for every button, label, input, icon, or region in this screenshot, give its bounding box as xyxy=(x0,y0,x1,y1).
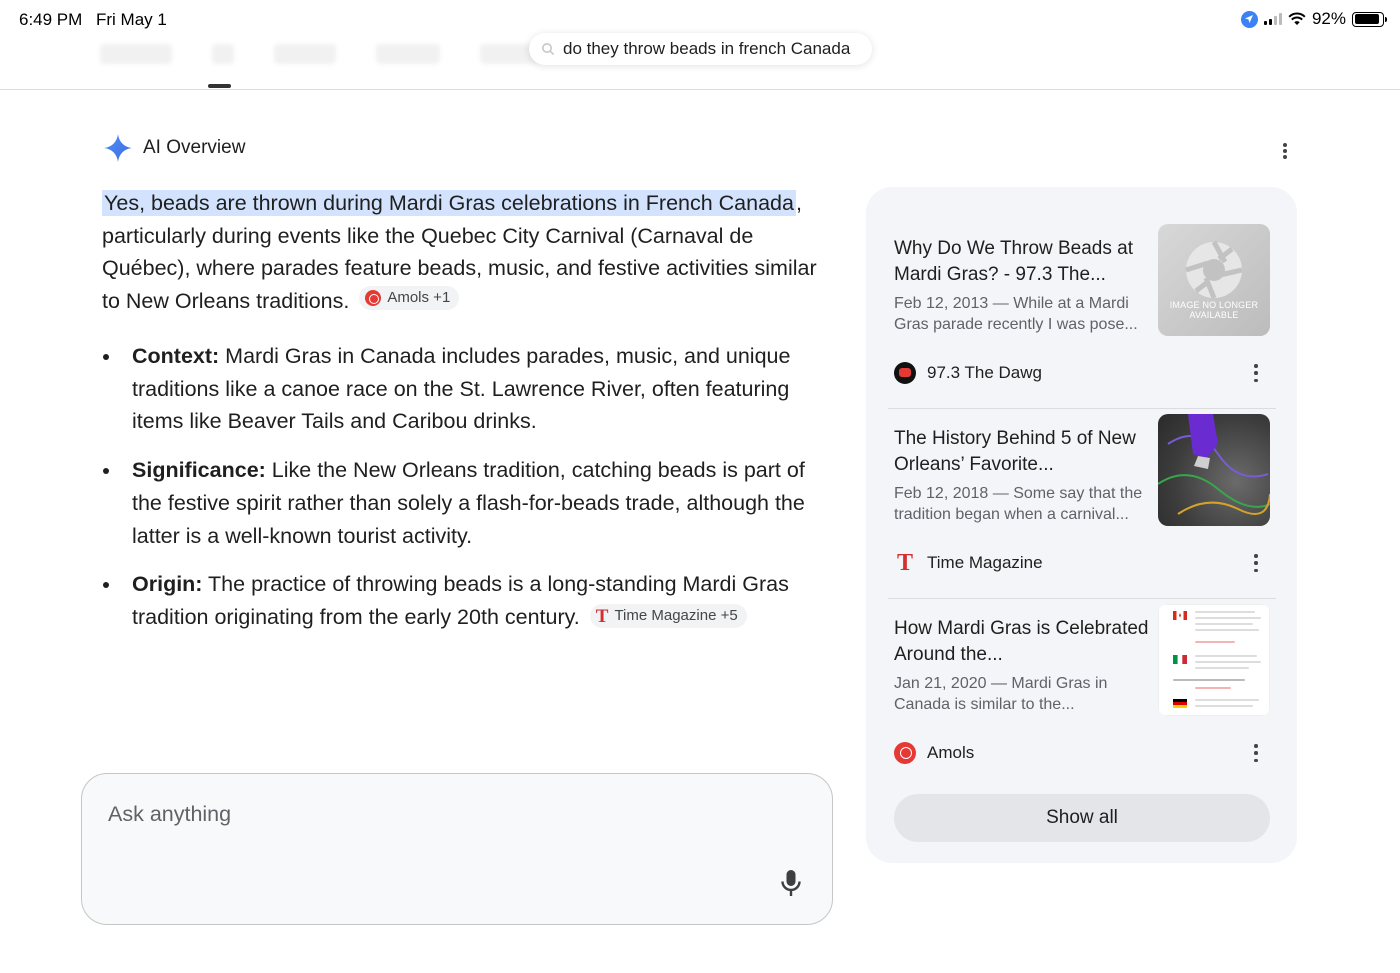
ask-box xyxy=(81,773,833,925)
bullet-term: Significance: xyxy=(132,458,266,483)
more-options-icon[interactable] xyxy=(1251,744,1261,762)
time-logo-icon: T xyxy=(896,550,913,576)
answer-highlight: Yes, beads are thrown during Mardi Gras … xyxy=(102,190,796,216)
canada-flag-icon xyxy=(1173,611,1187,620)
source-divider xyxy=(888,598,1276,599)
source-footer: Amols xyxy=(894,742,974,764)
citation-chip[interactable]: Amols +1 xyxy=(359,286,460,311)
ai-overview-title: AI Overview xyxy=(143,137,246,158)
ai-bullet-list: Context: Mardi Gras in Canada includes p… xyxy=(102,340,822,650)
time-logo-icon: T xyxy=(595,605,609,627)
amols-logo-icon xyxy=(894,742,916,764)
tab-ghost[interactable] xyxy=(212,44,234,64)
more-options-icon[interactable] xyxy=(1276,140,1294,162)
source-thumbnail[interactable] xyxy=(1158,604,1270,716)
show-all-button[interactable]: Show all xyxy=(894,794,1270,842)
tab-ghost[interactable] xyxy=(376,44,440,64)
bullet-term: Context: xyxy=(132,344,220,368)
thumbnail-caption: IMAGE NO LONGER AVAILABLE xyxy=(1169,300,1259,320)
sources-panel: Why Do We Throw Beads at Mardi Gras? - 9… xyxy=(866,187,1297,863)
ai-answer: Yes, beads are thrown during Mardi Gras … xyxy=(102,187,822,318)
source-snippet: Jan 21, 2020 — Mardi Gras in Canada is s… xyxy=(894,675,1108,713)
citation-chip-label: Time Magazine +5 xyxy=(614,607,738,625)
ask-input[interactable] xyxy=(108,802,708,827)
source-snippet: Feb 12, 2013 — While at a Mardi Gras par… xyxy=(894,295,1138,333)
citation-chip[interactable]: T Time Magazine +5 xyxy=(589,604,747,629)
header-divider xyxy=(0,89,1400,90)
source-name: 97.3 The Dawg xyxy=(927,363,1042,382)
search-icon xyxy=(542,43,555,56)
list-item: Origin: The practice of throwing beads i… xyxy=(102,568,822,633)
dawg-logo-icon xyxy=(894,362,916,384)
wifi-icon xyxy=(1288,12,1306,25)
parade-photo xyxy=(1158,414,1270,515)
mic-icon[interactable] xyxy=(779,868,803,898)
search-query-pill[interactable]: do they throw beads in french Canada xyxy=(529,33,872,65)
source-footer: 97.3 The Dawg xyxy=(894,362,1042,384)
status-time: 6:49 PM xyxy=(19,10,83,29)
source-snippet: Feb 12, 2018 — Some say that the traditi… xyxy=(894,485,1143,523)
source-title[interactable]: Why Do We Throw Beads at Mardi Gras? - 9… xyxy=(894,236,1149,288)
source-thumbnail[interactable]: IMAGE NO LONGER AVAILABLE xyxy=(1158,224,1270,336)
source-thumbnail[interactable] xyxy=(1158,414,1270,526)
camera-aperture-icon xyxy=(1185,240,1243,299)
source-footer: T Time Magazine xyxy=(894,550,1043,576)
search-query-text: do they throw beads in french Canada xyxy=(563,39,851,58)
location-icon xyxy=(1240,10,1258,28)
list-item: Context: Mardi Gras in Canada includes p… xyxy=(102,340,822,438)
bullet-text: Mardi Gras in Canada includes parades, m… xyxy=(132,344,791,434)
amols-logo-icon xyxy=(365,290,382,307)
source-divider xyxy=(888,408,1276,409)
tab-ghost[interactable] xyxy=(100,44,172,64)
status-indicators: 92% xyxy=(1240,9,1387,29)
source-name: Time Magazine xyxy=(927,553,1043,572)
citation-chip-label: Amols +1 xyxy=(387,289,451,307)
source-title[interactable]: How Mardi Gras is Celebrated Around the.… xyxy=(894,616,1149,668)
bullet-term: Origin: xyxy=(132,572,203,597)
active-tab-indicator xyxy=(208,84,231,88)
search-tabs xyxy=(100,44,540,64)
italy-flag-icon xyxy=(1173,655,1187,664)
source-name: Amols xyxy=(927,743,975,762)
signal-icon xyxy=(1263,13,1282,25)
ai-overview-header: AI Overview xyxy=(103,133,245,163)
list-item: Significance: Like the New Orleans tradi… xyxy=(102,454,822,552)
more-options-icon[interactable] xyxy=(1251,554,1261,572)
more-options-icon[interactable] xyxy=(1251,364,1261,382)
battery-percent: 92% xyxy=(1311,9,1346,28)
source-title[interactable]: The History Behind 5 of New Orleans’ Fav… xyxy=(894,426,1149,478)
tab-ghost[interactable] xyxy=(274,44,336,64)
sparkle-icon xyxy=(104,134,132,162)
germany-flag-icon xyxy=(1173,699,1187,708)
battery-icon xyxy=(1352,11,1387,27)
status-date: Fri May 1 xyxy=(96,10,167,29)
